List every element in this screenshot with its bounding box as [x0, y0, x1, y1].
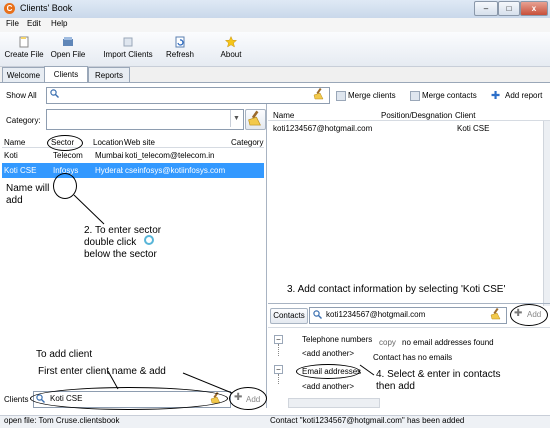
annotation-arrows — [73, 194, 375, 394]
